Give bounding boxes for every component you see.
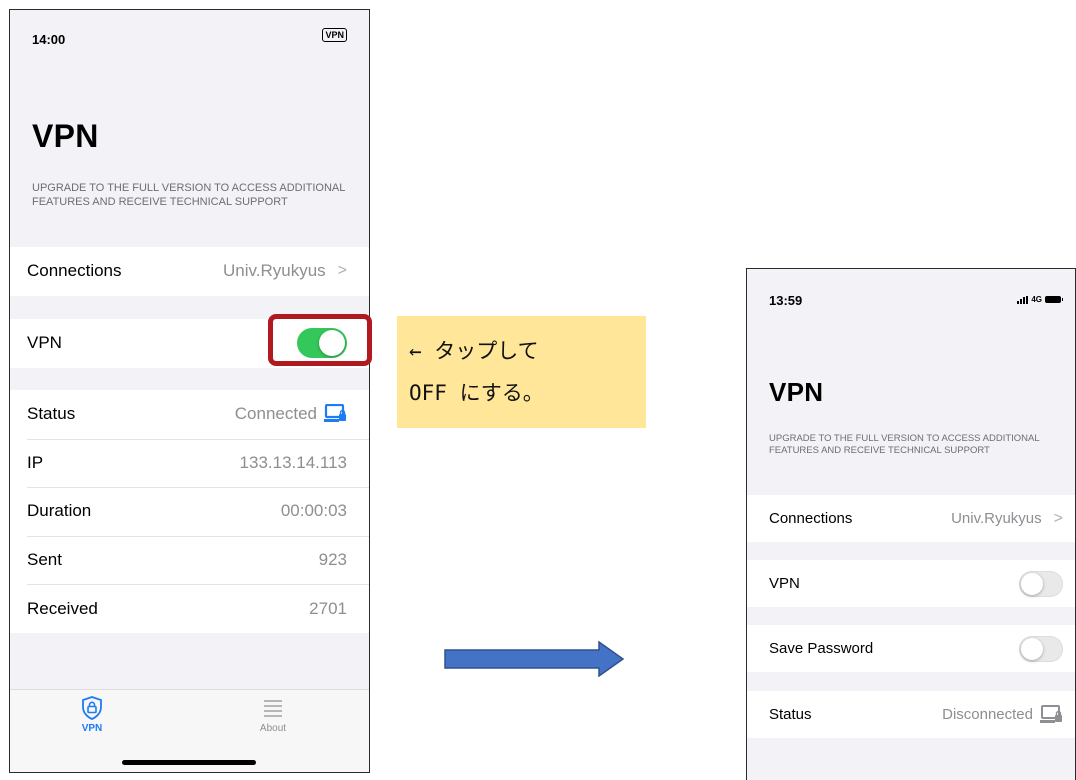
- status-label: Status: [27, 404, 76, 424]
- connections-value: Univ.Ryukyus: [951, 510, 1042, 527]
- vpn-row: VPN: [747, 560, 1075, 607]
- status-value: Disconnected: [942, 706, 1033, 723]
- status-bar: 14:00 VPN: [10, 10, 369, 54]
- connections-label: Connections: [27, 261, 122, 281]
- save-password-label: Save Password: [769, 640, 874, 657]
- network-type: 4G: [1031, 295, 1042, 304]
- chevron-right-icon: >: [1053, 509, 1063, 527]
- toggle-knob: [1021, 572, 1043, 595]
- ip-value: 133.13.14.113: [239, 452, 347, 472]
- signal-icon: [1017, 295, 1029, 304]
- page-title: VPN: [32, 118, 99, 154]
- connections-row[interactable]: Connections Univ.Ryukyus >: [747, 495, 1075, 542]
- sent-row: Sent 923: [10, 535, 369, 585]
- connection-info-group: Status Disconnected: [747, 691, 1075, 738]
- status-value: Connected: [234, 404, 317, 424]
- received-row: Received 2701: [10, 584, 369, 633]
- save-password-toggle-switch[interactable]: [1019, 635, 1063, 662]
- vpn-status-badge: VPN: [322, 28, 347, 42]
- tab-about-label: About: [259, 723, 287, 734]
- connection-info-group: Status Connected IP 133.13.14.113 Durati…: [10, 390, 369, 633]
- page-title: VPN: [769, 377, 824, 407]
- right-arrow-icon: [444, 641, 625, 677]
- duration-value: 00:00:03: [280, 501, 347, 521]
- status-bar: 13:59 4G: [747, 269, 1075, 313]
- received-label: Received: [27, 598, 98, 618]
- upgrade-note: UPGRADE TO THE FULL VERSION TO ACCESS AD…: [32, 182, 345, 208]
- duration-row: Duration 00:00:03: [10, 487, 369, 536]
- ip-row: IP 133.13.14.113: [10, 438, 369, 488]
- chevron-right-icon: >: [337, 262, 347, 280]
- instruction-callout: ← タップして OFF にする。: [397, 316, 646, 428]
- callout-line-1: ← タップして: [409, 339, 539, 363]
- vpn-label: VPN: [27, 333, 62, 353]
- home-indicator: [122, 760, 256, 765]
- toggle-knob: [1021, 637, 1043, 660]
- tab-bar: VPN About: [10, 689, 369, 772]
- vpn-toggle-switch[interactable]: [1019, 570, 1063, 597]
- connections-value: Univ.Ryukyus: [223, 261, 326, 281]
- vpn-toggle-group: VPN: [747, 560, 1075, 607]
- phone-screenshot-after: 13:59 4G VPN UPGRADE TO THE FULL VERSION…: [746, 268, 1076, 780]
- connections-label: Connections: [769, 510, 853, 527]
- duration-label: Duration: [27, 501, 92, 521]
- ip-label: IP: [27, 452, 44, 472]
- save-password-group: Save Password: [747, 625, 1075, 672]
- upgrade-note: UPGRADE TO THE FULL VERSION TO ACCESS AD…: [769, 433, 1040, 456]
- status-row: Status Disconnected: [747, 691, 1075, 738]
- connections-group: Connections Univ.Ryukyus >: [10, 247, 369, 296]
- toggle-highlight-box: [268, 314, 372, 366]
- sent-label: Sent: [27, 550, 62, 570]
- list-icon: [264, 700, 282, 717]
- tab-vpn-label: VPN: [81, 723, 103, 734]
- phone-screenshot-before: 14:00 VPN VPN UPGRADE TO THE FULL VERSIO…: [9, 9, 370, 773]
- status-label: Status: [769, 706, 812, 723]
- computer-lock-icon: [1040, 704, 1062, 723]
- status-row: Status Connected: [10, 390, 369, 439]
- connections-row[interactable]: Connections Univ.Ryukyus >: [10, 247, 369, 296]
- sent-value: 923: [318, 550, 347, 570]
- tab-about[interactable]: About: [243, 696, 303, 734]
- save-password-row: Save Password: [747, 625, 1075, 672]
- status-bar-time: 14:00: [32, 32, 66, 47]
- received-value: 2701: [309, 598, 347, 618]
- vpn-label: VPN: [769, 575, 800, 592]
- status-bar-time: 13:59: [769, 293, 803, 308]
- connections-group: Connections Univ.Ryukyus >: [747, 495, 1075, 542]
- battery-icon: [1045, 296, 1063, 303]
- computer-lock-icon: [324, 404, 346, 423]
- tab-vpn[interactable]: VPN: [62, 696, 122, 734]
- shield-lock-icon: [82, 696, 102, 720]
- callout-line-2: OFF にする。: [409, 381, 544, 405]
